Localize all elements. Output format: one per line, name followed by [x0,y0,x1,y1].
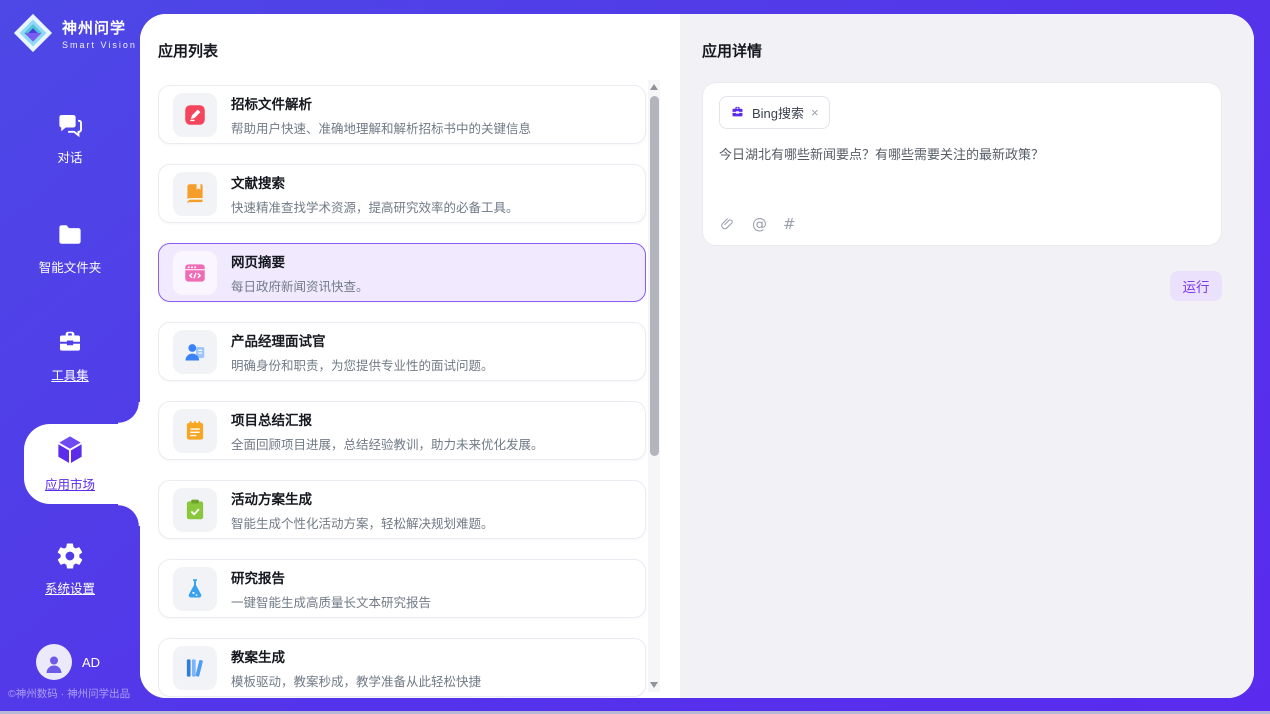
person-icon [42,652,66,676]
avatar [36,644,72,680]
sidebar-item-label: 对话 [0,147,140,166]
app-card-title: 产品经理面试官 [231,330,494,350]
app-list-title: 应用列表 [158,40,218,61]
user-name: AD [82,655,100,670]
app-card-title: 招标文件解析 [231,93,531,113]
chat-icon [55,110,85,140]
webpage-code-icon [173,251,217,295]
hashtag-icon[interactable]: # [783,215,796,233]
gear-icon [55,541,85,571]
scroll-up-arrow-icon[interactable] [650,84,658,90]
active-item-curve-top [118,402,140,424]
book-icon [173,172,217,216]
sidebar-item-toolset[interactable]: 工具集 [0,328,140,384]
app-card-description: 帮助用户快速、准确地理解和解析招标书中的关键信息 [231,118,531,137]
edit-square-icon [173,93,217,137]
interviewer-icon [173,330,217,374]
sidebar-item-label: 系统设置 [0,578,140,597]
user-account[interactable]: AD [36,644,100,680]
app-card-literature-search[interactable]: 文献搜索 快速精准查找学术资源，提高研究效率的必备工具。 [158,164,646,223]
app-card-activity-plan[interactable]: 活动方案生成 智能生成个性化活动方案，轻松解决规划难题。 [158,480,646,539]
active-item-curve-bottom [118,504,140,526]
scrollbar-thumb[interactable] [650,96,659,456]
app-card-title: 项目总结汇报 [231,409,544,429]
tool-tag-label: Bing搜索 [752,103,804,122]
app-card-webpage-summary[interactable]: 网页摘要 每日政府新闻资讯快查。 [158,243,646,302]
app-card-title: 教案生成 [231,646,481,666]
content-panel: 应用列表 招标文件解析 帮助用户快速、准确地理解和解析招标书中的关键信息 文献搜… [140,14,1254,698]
sidebar: 神州问学 Smart Vision 对话 智能文件夹 工具集 应用市场 [0,0,140,714]
books-icon [173,646,217,690]
app-card-list: 招标文件解析 帮助用户快速、准确地理解和解析招标书中的关键信息 文献搜索 快速精… [158,85,648,698]
mention-icon[interactable]: @ [752,215,767,233]
cube-icon [53,433,87,467]
app-detail-panel: 应用详情 Bing搜索 × 今日湖北有哪些新闻要点？有哪些需要关注的最新政策？ … [680,14,1254,698]
brand-logo: 神州问学 Smart Vision [12,12,137,54]
app-list-panel: 应用列表 招标文件解析 帮助用户快速、准确地理解和解析招标书中的关键信息 文献搜… [140,14,680,698]
clipboard-check-icon [173,488,217,532]
app-card-title: 网页摘要 [231,251,369,271]
app-card-description: 一键智能生成高质量长文本研究报告 [231,592,431,611]
app-card-title: 活动方案生成 [231,488,494,508]
app-card-description: 模板驱动，教案秒成，教学准备从此轻松快捷 [231,671,481,690]
app-card-description: 每日政府新闻资讯快查。 [231,276,369,295]
brand-name: 神州问学 [62,17,137,38]
app-card-bid-analysis[interactable]: 招标文件解析 帮助用户快速、准确地理解和解析招标书中的关键信息 [158,85,646,144]
run-button[interactable]: 运行 [1170,271,1222,301]
close-icon[interactable]: × [811,106,819,119]
prompt-card: Bing搜索 × 今日湖北有哪些新闻要点？有哪些需要关注的最新政策？ @ # [702,82,1222,246]
flask-icon [173,567,217,611]
app-card-project-summary[interactable]: 项目总结汇报 全面回顾项目进展，总结经验教训，助力未来优化发展。 [158,401,646,460]
app-detail-title: 应用详情 [702,40,762,61]
sidebar-item-smart-folder[interactable]: 智能文件夹 [0,220,140,276]
sidebar-item-label: 智能文件夹 [0,257,140,276]
app-card-description: 全面回顾项目进展，总结经验教训，助力未来优化发展。 [231,434,544,453]
attachment-icon[interactable] [720,216,736,232]
tool-tag-bing-search[interactable]: Bing搜索 × [719,96,830,129]
sidebar-item-chat[interactable]: 对话 [0,110,140,166]
sidebar-item-label: 应用市场 [0,474,140,493]
diamond-logo-icon [12,12,54,54]
app-card-description: 明确身份和职责，为您提供专业性的面试问题。 [231,355,494,374]
app-card-description: 智能生成个性化活动方案，轻松解决规划难题。 [231,513,494,532]
app-card-lesson-plan[interactable]: 教案生成 模板驱动，教案秒成，教学准备从此轻松快捷 [158,638,646,697]
toolbox-icon [55,328,85,358]
app-card-title: 文献搜索 [231,172,519,192]
scroll-down-arrow-icon[interactable] [650,682,658,688]
sidebar-item-label: 工具集 [0,365,140,384]
brand-subtitle: Smart Vision [62,40,137,50]
prompt-input[interactable]: 今日湖北有哪些新闻要点？有哪些需要关注的最新政策？ [719,145,1199,205]
app-card-description: 快速精准查找学术资源，提高研究效率的必备工具。 [231,197,519,216]
memo-icon [173,409,217,453]
sidebar-item-app-market[interactable]: 应用市场 [0,433,140,493]
scrollbar[interactable] [648,80,660,692]
folder-icon [55,220,85,250]
briefcase-icon [730,105,745,120]
app-card-pm-interviewer[interactable]: 产品经理面试官 明确身份和职责，为您提供专业性的面试问题。 [158,322,646,381]
copyright-footer: ©神州数码 · 神州问学出品 [8,686,140,701]
app-card-research-report[interactable]: 研究报告 一键智能生成高质量长文本研究报告 [158,559,646,618]
app-card-title: 研究报告 [231,567,431,587]
sidebar-item-settings[interactable]: 系统设置 [0,541,140,597]
prompt-toolbar: @ # [720,215,796,233]
